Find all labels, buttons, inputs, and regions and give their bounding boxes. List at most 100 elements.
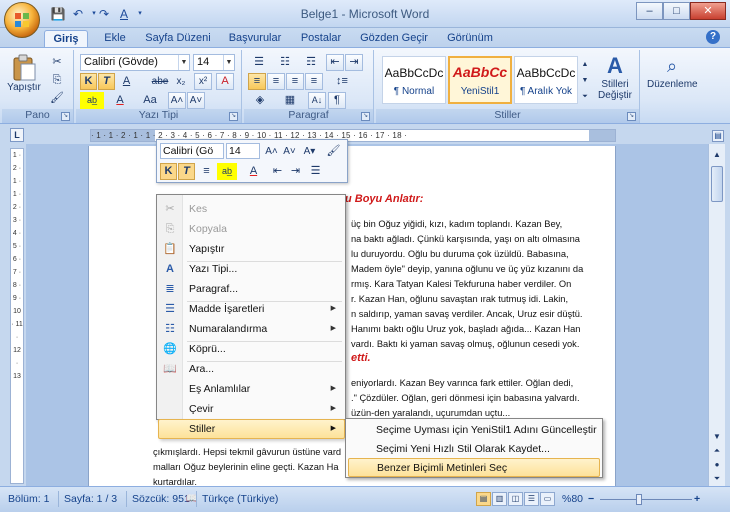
chevron-down-icon[interactable]: ▼ — [223, 55, 234, 70]
status-section[interactable]: Bölüm: 1 — [8, 493, 49, 505]
mini-shrink-font-icon[interactable]: A˅ — [281, 143, 298, 160]
menu-item-numbering[interactable]: ☷ Numaralandırma ▶ — [159, 319, 344, 339]
font-family-combo[interactable]: Calibri (Gövde) ▼ — [80, 54, 190, 71]
multilevel-list-icon[interactable]: ☶ — [300, 54, 322, 71]
increase-indent-icon[interactable]: ⇥ — [345, 54, 363, 71]
copy-icon[interactable]: ⎘ — [48, 72, 66, 89]
style-normal[interactable]: AaBbCcDc ¶ Normal — [382, 56, 446, 104]
next-page-icon[interactable]: ⏷ — [710, 472, 724, 486]
menu-item-font[interactable]: A Yazı Tipi... — [159, 259, 344, 279]
print-layout-view-icon[interactable]: ▤ — [476, 492, 491, 506]
web-layout-icon[interactable]: ◫ — [508, 492, 523, 506]
mini-bullets-icon[interactable]: ☰ — [307, 163, 324, 180]
mini-font-combo[interactable]: Calibri (Gö — [160, 143, 224, 159]
menu-item-synonyms[interactable]: Eş Anlamlılar ▶ — [159, 379, 344, 399]
submenu-item-select-similar[interactable]: Benzer Biçimli Metinleri Seç — [348, 458, 600, 477]
menu-item-hyperlink[interactable]: 🌐 Köprü... — [159, 339, 344, 359]
menu-item-bullets[interactable]: ☰ Madde İşaretleri ▶ — [159, 299, 344, 319]
status-language[interactable]: Türkçe (Türkiye) — [202, 493, 278, 505]
scroll-up-icon[interactable]: ▲ — [710, 148, 724, 162]
align-left-icon[interactable]: ≡ — [248, 73, 266, 90]
zoom-out-icon[interactable]: − — [588, 493, 594, 505]
editing-button[interactable]: ⌕ Düzenleme — [646, 52, 698, 102]
scroll-thumb[interactable] — [711, 166, 723, 202]
styles-dialog-launcher[interactable]: ↘ — [627, 112, 636, 121]
minimize-button[interactable]: – — [636, 2, 663, 20]
subscript-button[interactable]: x₂ — [172, 73, 190, 90]
mini-italic-button[interactable]: T — [178, 163, 195, 180]
vertical-ruler[interactable]: 1 · 2 · 1 · 1 · 2 · 3 · 4 · 5 · 6 · 7 · … — [10, 148, 24, 484]
justify-icon[interactable]: ≡ — [305, 73, 323, 90]
menu-item-paragraph[interactable]: ≣ Paragraf... — [159, 279, 344, 299]
grow-font-button[interactable]: A˄ — [168, 92, 186, 109]
help-icon[interactable]: ? — [706, 30, 720, 44]
font-dialog-launcher[interactable]: ↘ — [229, 112, 238, 121]
cut-icon[interactable]: ✂ — [48, 54, 66, 71]
zoom-slider-track[interactable] — [600, 499, 692, 500]
mini-highlight-icon[interactable]: ab̲ — [217, 163, 237, 180]
close-button[interactable]: ✕ — [690, 2, 726, 20]
view-ruler-icon[interactable]: ▤ — [712, 130, 724, 142]
outline-view-icon[interactable]: ☰ — [524, 492, 539, 506]
clear-formatting-button[interactable]: A — [216, 73, 234, 90]
tab-references[interactable]: Başvurular — [224, 30, 286, 48]
line-spacing-icon[interactable]: ↕≡ — [330, 73, 354, 90]
menu-item-copy[interactable]: ⎘ Kopyala — [159, 219, 344, 239]
font-color-icon[interactable]: A — [110, 92, 130, 109]
italic-button[interactable]: T — [98, 73, 115, 90]
scroll-down-icon[interactable]: ▼ — [710, 430, 724, 444]
mini-center-button[interactable]: ≡ — [198, 163, 215, 180]
menu-item-translate[interactable]: Çevir ▶ — [159, 399, 344, 419]
styles-more-icon[interactable]: ⏷ — [580, 88, 590, 104]
mini-bold-button[interactable]: K — [160, 163, 177, 180]
mini-grow-font-icon[interactable]: A˄ — [263, 143, 280, 160]
chevron-down-icon[interactable]: ▼ — [178, 55, 189, 70]
tab-home[interactable]: Giriş — [44, 30, 88, 48]
maximize-button[interactable]: □ — [663, 2, 690, 20]
numbering-icon[interactable]: ☷ — [274, 54, 296, 71]
tab-selector-icon[interactable]: L — [10, 128, 24, 142]
paste-button[interactable]: Yapıştır — [6, 52, 42, 104]
tab-view[interactable]: Görünüm — [442, 30, 498, 48]
change-case-button[interactable]: Aa — [138, 92, 162, 109]
status-words[interactable]: Sözcük: 951 — [132, 493, 190, 505]
change-styles-button[interactable]: A Stilleri Değiştir — [594, 52, 636, 106]
styles-scroll-up-icon[interactable]: ▲ — [580, 56, 590, 72]
bold-button[interactable]: K — [80, 73, 97, 90]
submenu-item-update-style[interactable]: Seçime Uyması için YeniStil1 Adını Günce… — [348, 421, 600, 440]
mini-font-color-button[interactable]: A — [245, 163, 262, 180]
menu-item-research[interactable]: 📖 Ara... — [159, 359, 344, 379]
superscript-button[interactable]: x² — [194, 73, 212, 90]
styles-scroll-down-icon[interactable]: ▼ — [580, 72, 590, 88]
style-yenistil1[interactable]: AaBbCc YeniStil1 — [448, 56, 512, 104]
strikethrough-button[interactable]: abe — [150, 73, 170, 90]
bullets-icon[interactable]: ☰ — [248, 54, 270, 71]
shrink-font-button[interactable]: A˅ — [187, 92, 205, 109]
align-center-icon[interactable]: ≡ — [267, 73, 285, 90]
underline-button[interactable]: A — [118, 73, 135, 90]
zoom-level[interactable]: %80 — [562, 493, 583, 505]
vertical-scrollbar[interactable]: ▲ ▼ ⏶ ● ⏷ — [708, 144, 725, 486]
mini-increase-indent-icon[interactable]: ⇥ — [287, 163, 304, 180]
zoom-in-icon[interactable]: + — [694, 493, 700, 505]
tab-page-layout[interactable]: Sayfa Düzeni — [142, 30, 214, 48]
borders-icon[interactable]: ▦ — [278, 92, 302, 109]
align-right-icon[interactable]: ≡ — [286, 73, 304, 90]
menu-item-cut[interactable]: ✂ Kes — [159, 199, 344, 219]
show-marks-button[interactable]: ¶ — [328, 92, 346, 109]
draft-view-icon[interactable]: ▭ — [540, 492, 555, 506]
submenu-item-save-quick-style[interactable]: Seçimi Yeni Hızlı Stil Olarak Kaydet... — [348, 440, 600, 459]
mini-size-combo[interactable]: 14 — [226, 143, 260, 159]
status-page[interactable]: Sayfa: 1 / 3 — [64, 493, 117, 505]
tab-review[interactable]: Gözden Geçir — [356, 30, 432, 48]
browse-object-icon[interactable]: ● — [710, 458, 724, 472]
font-size-combo[interactable]: 14 ▼ — [193, 54, 235, 71]
format-painter-icon[interactable]: 🖌 — [48, 90, 66, 107]
decrease-indent-icon[interactable]: ⇤ — [326, 54, 344, 71]
mini-decrease-indent-icon[interactable]: ⇤ — [269, 163, 286, 180]
clipboard-dialog-launcher[interactable]: ↘ — [61, 112, 70, 121]
highlight-icon[interactable]: ab̲ — [80, 92, 104, 109]
tab-mailings[interactable]: Postalar — [296, 30, 346, 48]
prev-page-icon[interactable]: ⏶ — [710, 444, 724, 458]
office-button[interactable] — [4, 2, 40, 38]
